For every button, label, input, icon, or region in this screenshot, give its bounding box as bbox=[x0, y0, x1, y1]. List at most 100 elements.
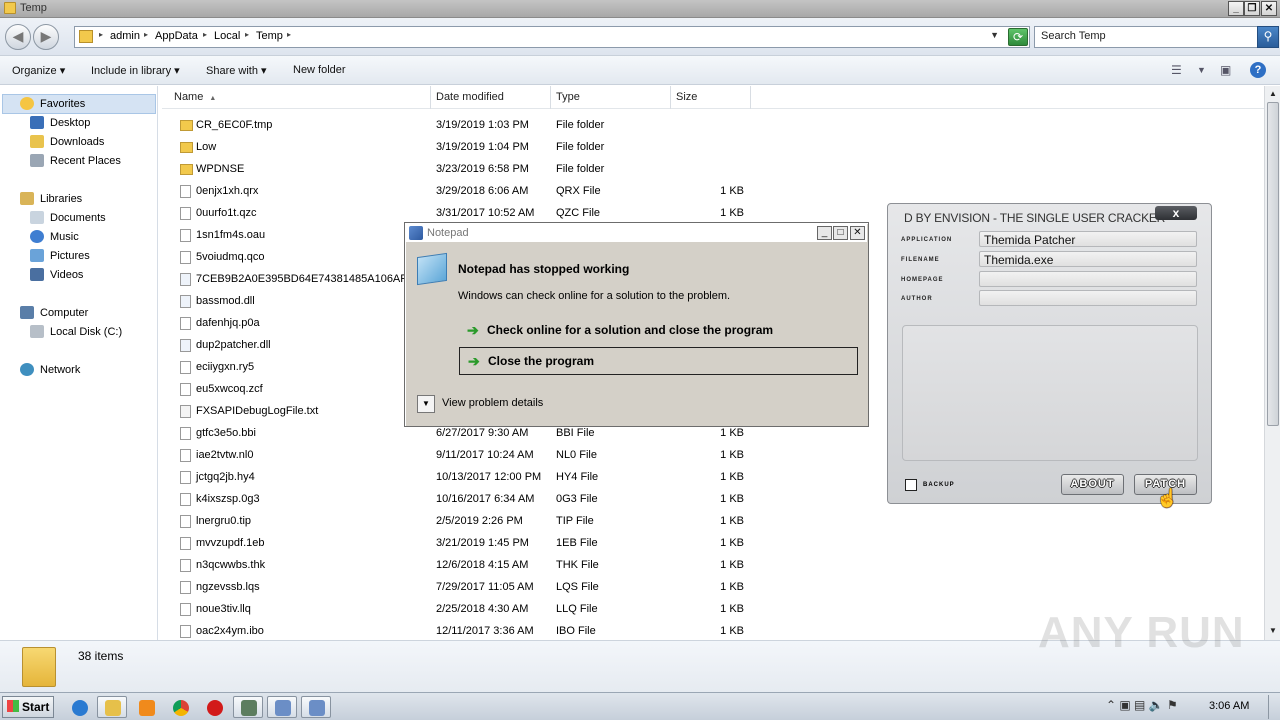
new-folder-button[interactable]: New folder bbox=[293, 64, 346, 76]
close-program-option[interactable]: ➔ Close the program bbox=[459, 347, 858, 375]
back-button[interactable]: ◀ bbox=[5, 24, 31, 50]
taskbar-notepad-1[interactable] bbox=[267, 696, 297, 718]
file-type: IBO File bbox=[556, 625, 596, 637]
file-row[interactable]: n3qcwwbs.thk 12/6/2018 4:15 AM THK File 1 K… bbox=[162, 555, 762, 577]
vertical-scrollbar[interactable]: ▲ ▼ bbox=[1264, 86, 1280, 640]
organize-menu[interactable]: Organize ▾ bbox=[12, 64, 65, 77]
close-program-label: Close the program bbox=[488, 354, 595, 368]
check-online-label: Check online for a solution and close th… bbox=[487, 323, 774, 337]
system-tray[interactable]: ⌃ ▣ ▤ 🔈 ⚑ bbox=[1106, 698, 1178, 712]
column-size[interactable]: Size bbox=[671, 86, 751, 109]
file-row[interactable]: CR_6EC0F.tmp 3/19/2019 1:03 PM File folder bbox=[162, 115, 762, 137]
minimize-button[interactable]: _ bbox=[1228, 1, 1244, 16]
close-button[interactable]: ✕ bbox=[850, 226, 865, 240]
homepage-field[interactable] bbox=[979, 271, 1197, 287]
taskbar-opera[interactable] bbox=[199, 696, 229, 718]
file-name: CR_6EC0F.tmp bbox=[196, 119, 273, 131]
file-icon bbox=[180, 537, 191, 550]
file-row[interactable]: Low 3/19/2019 1:04 PM File folder bbox=[162, 137, 762, 159]
breadcrumb[interactable]: ▸ admin ▸ AppData ▸ Local ▸ Temp ▸ ▼ bbox=[74, 26, 1030, 48]
file-date: 12/6/2018 4:15 AM bbox=[436, 559, 529, 571]
file-icon bbox=[180, 559, 191, 572]
nav-computer-label: Computer bbox=[40, 307, 89, 319]
help-icon[interactable]: ? bbox=[1250, 62, 1266, 78]
close-button[interactable]: ✕ bbox=[1261, 1, 1277, 16]
file-icon bbox=[180, 581, 191, 594]
patcher-close-button[interactable]: x bbox=[1155, 206, 1197, 220]
file-name: oac2x4ym.ibo bbox=[196, 625, 264, 637]
minimize-button[interactable]: _ bbox=[817, 226, 832, 240]
taskbar-explorer[interactable] bbox=[97, 696, 127, 718]
start-button[interactable]: Start bbox=[2, 696, 54, 718]
file-icon bbox=[180, 449, 191, 462]
restore-button[interactable]: ❐ bbox=[1244, 1, 1260, 16]
taskbar-media-player[interactable] bbox=[131, 696, 161, 718]
scroll-down-icon[interactable]: ▼ bbox=[1266, 624, 1280, 638]
filename-field[interactable]: Themida.exe bbox=[979, 251, 1197, 267]
crumb-appdata[interactable]: AppData bbox=[155, 30, 198, 42]
view-options-icon[interactable]: ☰ bbox=[1171, 63, 1182, 77]
file-name: iae2tvtw.nl0 bbox=[196, 449, 254, 461]
start-label: Start bbox=[22, 700, 50, 714]
taskbar-chrome[interactable] bbox=[165, 696, 195, 718]
computer-icon bbox=[20, 306, 34, 319]
taskbar-ie[interactable] bbox=[64, 696, 94, 718]
forward-button[interactable]: ▶ bbox=[33, 24, 59, 50]
column-date-modified[interactable]: Date modified bbox=[431, 86, 551, 109]
crumb-temp[interactable]: Temp bbox=[256, 30, 283, 42]
file-name: WPDNSE bbox=[196, 163, 245, 175]
include-in-library-menu[interactable]: Include in library ▾ bbox=[91, 64, 180, 77]
file-name: lnergru0.tip bbox=[196, 515, 252, 527]
taskbar-patcher[interactable] bbox=[233, 696, 263, 718]
file-row[interactable]: mvvzupdf.1eb 3/21/2019 1:45 PM 1EB File 1 K… bbox=[162, 533, 762, 555]
file-size: 1 KB bbox=[720, 581, 744, 593]
maximize-button[interactable]: □ bbox=[833, 226, 848, 240]
crumb-local[interactable]: Local bbox=[214, 30, 240, 42]
application-field[interactable]: Themida Patcher bbox=[979, 231, 1197, 247]
refresh-button[interactable]: ⟳ bbox=[1008, 28, 1028, 46]
star-icon bbox=[20, 97, 34, 110]
column-name[interactable]: Name ▲ bbox=[169, 86, 431, 109]
chevron-right-icon[interactable]: ▸ bbox=[245, 30, 249, 39]
file-icon bbox=[180, 515, 191, 528]
title-bar: Temp _ ❐ ✕ bbox=[0, 0, 1280, 18]
file-size: 1 KB bbox=[720, 207, 744, 219]
log-area bbox=[902, 325, 1198, 461]
chevron-right-icon[interactable]: ▸ bbox=[203, 30, 207, 39]
crumb-admin[interactable]: admin bbox=[110, 30, 140, 42]
clock[interactable]: 3:06 AM bbox=[1209, 700, 1249, 712]
check-online-option[interactable]: ➔ Check online for a solution and close … bbox=[459, 317, 858, 345]
expand-details-button[interactable]: ▼ bbox=[417, 395, 435, 413]
chevron-right-icon[interactable]: ▸ bbox=[287, 30, 291, 39]
file-row[interactable]: noue3tiv.llq 2/25/2018 4:30 AM LLQ File 1 K… bbox=[162, 599, 762, 621]
file-row[interactable]: k4ixszsp.0g3 10/16/2017 6:34 AM 0G3 File 1 … bbox=[162, 489, 762, 511]
folder-icon bbox=[79, 30, 93, 43]
about-button[interactable]: ABOUT bbox=[1061, 474, 1124, 495]
address-toolbar: ◀ ▶ ▸ admin ▸ AppData ▸ Local ▸ Temp ▸ ▼… bbox=[0, 18, 1280, 56]
backup-checkbox[interactable] bbox=[905, 479, 917, 491]
search-input[interactable]: Search Temp bbox=[1034, 26, 1258, 48]
taskbar-notepad-2[interactable] bbox=[301, 696, 331, 718]
preview-pane-icon[interactable]: ▣ bbox=[1220, 63, 1231, 77]
file-type: File folder bbox=[556, 141, 605, 153]
file-row[interactable]: 0enjx1xh.qrx 3/29/2018 6:06 AM QRX File 1 K… bbox=[162, 181, 762, 203]
file-row[interactable]: ngzevssb.lqs 7/29/2017 11:05 AM LQS File 1 … bbox=[162, 577, 762, 599]
share-with-menu[interactable]: Share with ▾ bbox=[206, 64, 267, 77]
nav-recent-places-label: Recent Places bbox=[50, 155, 121, 167]
file-row[interactable]: WPDNSE 3/23/2019 6:58 PM File folder bbox=[162, 159, 762, 181]
column-type[interactable]: Type bbox=[551, 86, 671, 109]
scroll-up-icon[interactable]: ▲ bbox=[1266, 87, 1280, 101]
chevron-right-icon[interactable]: ▸ bbox=[99, 30, 103, 39]
chevron-down-icon[interactable]: ▼ bbox=[1197, 65, 1206, 75]
file-row[interactable]: lnergru0.tip 2/5/2019 2:26 PM TIP File 1 KB bbox=[162, 511, 762, 533]
file-date: 2/5/2019 2:26 PM bbox=[436, 515, 523, 527]
show-desktop-button[interactable] bbox=[1268, 695, 1278, 719]
scroll-thumb[interactable] bbox=[1267, 102, 1279, 426]
file-row[interactable]: jctgq2jb.hy4 10/13/2017 12:00 PM HY4 File 1… bbox=[162, 467, 762, 489]
search-icon[interactable]: ⚲ bbox=[1257, 26, 1279, 48]
file-row[interactable]: iae2tvtw.nl0 9/11/2017 10:24 AM NL0 File 1 … bbox=[162, 445, 762, 467]
chevron-down-icon[interactable]: ▼ bbox=[990, 30, 999, 40]
view-problem-details-link[interactable]: View problem details bbox=[442, 397, 543, 409]
author-field[interactable] bbox=[979, 290, 1197, 306]
chevron-right-icon[interactable]: ▸ bbox=[144, 30, 148, 39]
